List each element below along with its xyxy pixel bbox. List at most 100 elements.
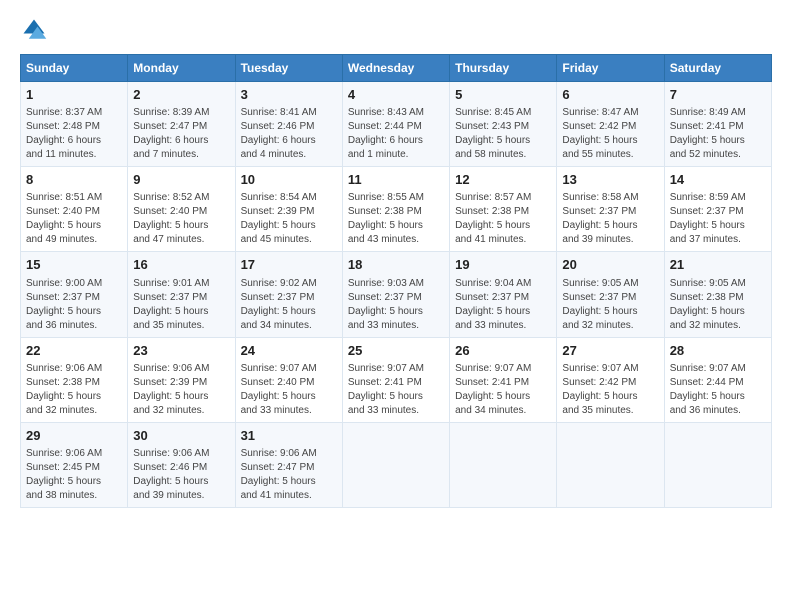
calendar-cell: 28 Sunrise: 9:07 AM Sunset: 2:44 PM Dayli…	[664, 337, 771, 422]
day-number: 15	[26, 256, 122, 274]
day-number: 25	[348, 342, 444, 360]
day-number: 2	[133, 86, 229, 104]
day-number: 8	[26, 171, 122, 189]
calendar-cell: 31 Sunrise: 9:06 AM Sunset: 2:47 PM Dayli…	[235, 422, 342, 507]
day-number: 28	[670, 342, 766, 360]
calendar-cell: 23Sunrise: 9:06 AM Sunset: 2:39 PM Dayli…	[128, 337, 235, 422]
header-cell-tuesday: Tuesday	[235, 55, 342, 82]
calendar-cell: 18Sunrise: 9:03 AM Sunset: 2:37 PM Dayli…	[342, 252, 449, 337]
day-number: 31	[241, 427, 337, 445]
day-number: 18	[348, 256, 444, 274]
calendar-cell: 2 Sunrise: 8:39 AM Sunset: 2:47 PM Daylig…	[128, 82, 235, 167]
calendar-cell: 1 Sunrise: 8:37 AM Sunset: 2:48 PM Daylig…	[21, 82, 128, 167]
day-info: Sunrise: 8:54 AM Sunset: 2:39 PM Dayligh…	[241, 191, 337, 247]
calendar-cell: 3 Sunrise: 8:41 AM Sunset: 2:46 PM Daylig…	[235, 82, 342, 167]
header-cell-thursday: Thursday	[450, 55, 557, 82]
day-info: Sunrise: 9:07 AM Sunset: 2:44 PM Dayligh…	[670, 362, 766, 418]
day-number: 16	[133, 256, 229, 274]
day-number: 17	[241, 256, 337, 274]
day-info: Sunrise: 9:05 AM Sunset: 2:37 PM Dayligh…	[562, 277, 658, 333]
day-info: Sunrise: 9:07 AM Sunset: 2:40 PM Dayligh…	[241, 362, 337, 418]
day-number: 10	[241, 171, 337, 189]
day-info: Sunrise: 8:43 AM Sunset: 2:44 PM Dayligh…	[348, 106, 444, 162]
calendar-cell: 13Sunrise: 8:58 AM Sunset: 2:37 PM Dayli…	[557, 167, 664, 252]
day-number: 30	[133, 427, 229, 445]
calendar-cell	[450, 422, 557, 507]
day-info: Sunrise: 9:07 AM Sunset: 2:41 PM Dayligh…	[455, 362, 551, 418]
day-info: Sunrise: 8:59 AM Sunset: 2:37 PM Dayligh…	[670, 191, 766, 247]
week-row-2: 8 Sunrise: 8:51 AM Sunset: 2:40 PM Daylig…	[21, 167, 772, 252]
calendar-cell: 24 Sunrise: 9:07 AM Sunset: 2:40 PM Dayli…	[235, 337, 342, 422]
day-info: Sunrise: 9:06 AM Sunset: 2:46 PM Dayligh…	[133, 447, 229, 503]
calendar-cell	[664, 422, 771, 507]
day-number: 6	[562, 86, 658, 104]
header-cell-sunday: Sunday	[21, 55, 128, 82]
header-cell-saturday: Saturday	[664, 55, 771, 82]
day-info: Sunrise: 9:05 AM Sunset: 2:38 PM Dayligh…	[670, 277, 766, 333]
day-number: 22	[26, 342, 122, 360]
day-number: 9	[133, 171, 229, 189]
day-number: 5	[455, 86, 551, 104]
day-number: 20	[562, 256, 658, 274]
header-row: SundayMondayTuesdayWednesdayThursdayFrid…	[21, 55, 772, 82]
day-info: Sunrise: 8:57 AM Sunset: 2:38 PM Dayligh…	[455, 191, 551, 247]
page-container: SundayMondayTuesdayWednesdayThursdayFrid…	[0, 0, 792, 518]
day-info: Sunrise: 8:37 AM Sunset: 2:48 PM Dayligh…	[26, 106, 122, 162]
calendar-cell: 5Sunrise: 8:45 AM Sunset: 2:43 PM Daylig…	[450, 82, 557, 167]
day-info: Sunrise: 8:52 AM Sunset: 2:40 PM Dayligh…	[133, 191, 229, 247]
week-row-4: 22Sunrise: 9:06 AM Sunset: 2:38 PM Dayli…	[21, 337, 772, 422]
calendar-cell: 20 Sunrise: 9:05 AM Sunset: 2:37 PM Dayli…	[557, 252, 664, 337]
day-number: 11	[348, 171, 444, 189]
calendar-cell: 16 Sunrise: 9:01 AM Sunset: 2:37 PM Dayli…	[128, 252, 235, 337]
day-number: 29	[26, 427, 122, 445]
day-info: Sunrise: 9:07 AM Sunset: 2:42 PM Dayligh…	[562, 362, 658, 418]
day-info: Sunrise: 9:02 AM Sunset: 2:37 PM Dayligh…	[241, 277, 337, 333]
calendar-cell: 12 Sunrise: 8:57 AM Sunset: 2:38 PM Dayli…	[450, 167, 557, 252]
day-info: Sunrise: 8:49 AM Sunset: 2:41 PM Dayligh…	[670, 106, 766, 162]
day-info: Sunrise: 8:41 AM Sunset: 2:46 PM Dayligh…	[241, 106, 337, 162]
calendar-header: SundayMondayTuesdayWednesdayThursdayFrid…	[21, 55, 772, 82]
calendar-cell: 25 Sunrise: 9:07 AM Sunset: 2:41 PM Dayli…	[342, 337, 449, 422]
day-info: Sunrise: 9:06 AM Sunset: 2:47 PM Dayligh…	[241, 447, 337, 503]
day-number: 21	[670, 256, 766, 274]
calendar-cell: 19 Sunrise: 9:04 AM Sunset: 2:37 PM Dayli…	[450, 252, 557, 337]
day-info: Sunrise: 8:58 AM Sunset: 2:37 PM Dayligh…	[562, 191, 658, 247]
day-number: 1	[26, 86, 122, 104]
header	[20, 16, 772, 44]
day-info: Sunrise: 9:04 AM Sunset: 2:37 PM Dayligh…	[455, 277, 551, 333]
day-number: 4	[348, 86, 444, 104]
day-number: 19	[455, 256, 551, 274]
day-number: 12	[455, 171, 551, 189]
day-info: Sunrise: 9:01 AM Sunset: 2:37 PM Dayligh…	[133, 277, 229, 333]
day-info: Sunrise: 8:55 AM Sunset: 2:38 PM Dayligh…	[348, 191, 444, 247]
calendar-cell: 29Sunrise: 9:06 AM Sunset: 2:45 PM Dayli…	[21, 422, 128, 507]
calendar-cell: 9 Sunrise: 8:52 AM Sunset: 2:40 PM Daylig…	[128, 167, 235, 252]
day-number: 3	[241, 86, 337, 104]
calendar-cell: 17 Sunrise: 9:02 AM Sunset: 2:37 PM Dayli…	[235, 252, 342, 337]
calendar-cell: 4 Sunrise: 8:43 AM Sunset: 2:44 PM Daylig…	[342, 82, 449, 167]
calendar-cell: 22Sunrise: 9:06 AM Sunset: 2:38 PM Dayli…	[21, 337, 128, 422]
day-info: Sunrise: 9:07 AM Sunset: 2:41 PM Dayligh…	[348, 362, 444, 418]
day-number: 26	[455, 342, 551, 360]
calendar-cell: 11 Sunrise: 8:55 AM Sunset: 2:38 PM Dayli…	[342, 167, 449, 252]
day-info: Sunrise: 8:51 AM Sunset: 2:40 PM Dayligh…	[26, 191, 122, 247]
day-info: Sunrise: 8:39 AM Sunset: 2:47 PM Dayligh…	[133, 106, 229, 162]
calendar-cell	[342, 422, 449, 507]
week-row-1: 1 Sunrise: 8:37 AM Sunset: 2:48 PM Daylig…	[21, 82, 772, 167]
header-cell-wednesday: Wednesday	[342, 55, 449, 82]
calendar-cell: 30 Sunrise: 9:06 AM Sunset: 2:46 PM Dayli…	[128, 422, 235, 507]
calendar-cell: 27Sunrise: 9:07 AM Sunset: 2:42 PM Dayli…	[557, 337, 664, 422]
calendar-cell: 15 Sunrise: 9:00 AM Sunset: 2:37 PM Dayli…	[21, 252, 128, 337]
day-number: 24	[241, 342, 337, 360]
calendar-cell: 26 Sunrise: 9:07 AM Sunset: 2:41 PM Dayli…	[450, 337, 557, 422]
calendar-cell: 21 Sunrise: 9:05 AM Sunset: 2:38 PM Dayli…	[664, 252, 771, 337]
logo	[20, 16, 52, 44]
day-info: Sunrise: 9:00 AM Sunset: 2:37 PM Dayligh…	[26, 277, 122, 333]
day-info: Sunrise: 8:47 AM Sunset: 2:42 PM Dayligh…	[562, 106, 658, 162]
day-number: 14	[670, 171, 766, 189]
calendar-cell: 14 Sunrise: 8:59 AM Sunset: 2:37 PM Dayli…	[664, 167, 771, 252]
calendar-cell: 7Sunrise: 8:49 AM Sunset: 2:41 PM Daylig…	[664, 82, 771, 167]
header-cell-monday: Monday	[128, 55, 235, 82]
week-row-5: 29Sunrise: 9:06 AM Sunset: 2:45 PM Dayli…	[21, 422, 772, 507]
calendar-body: 1 Sunrise: 8:37 AM Sunset: 2:48 PM Daylig…	[21, 82, 772, 508]
